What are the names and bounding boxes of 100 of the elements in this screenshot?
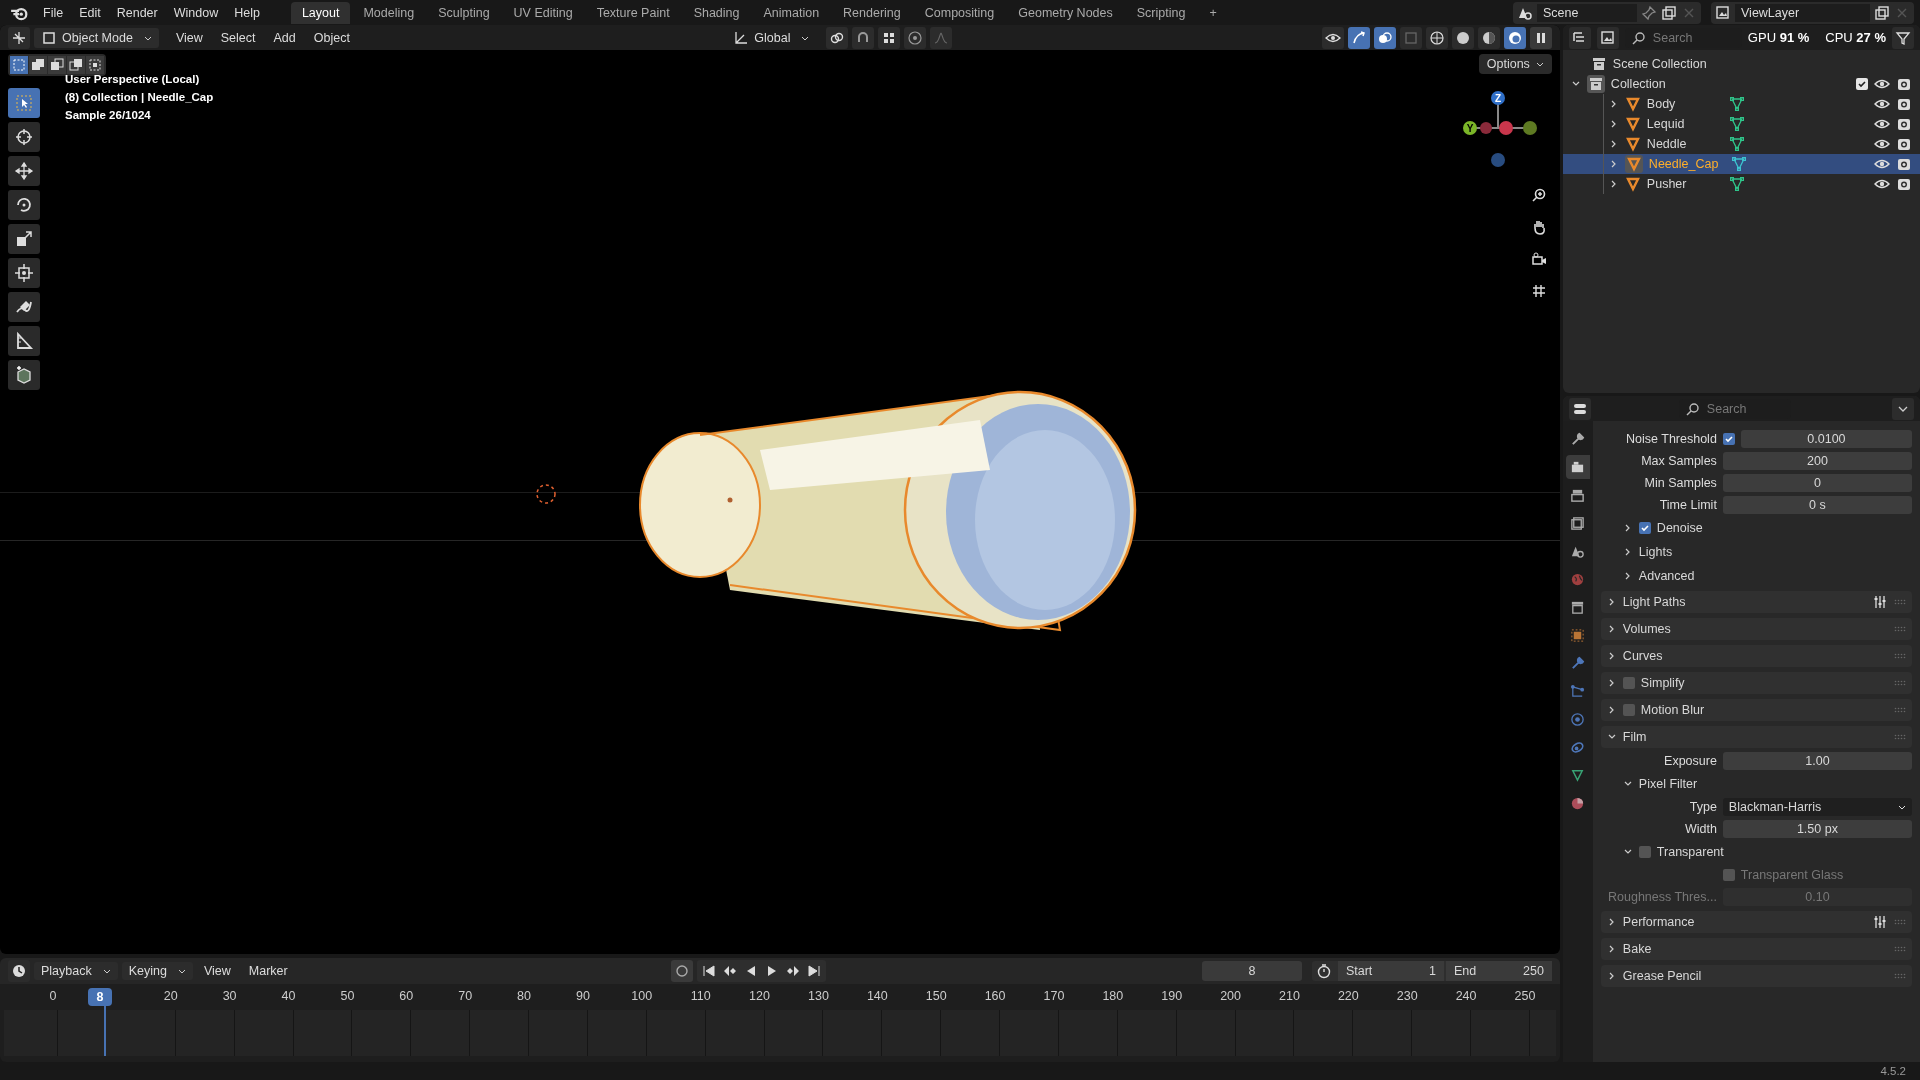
- menu-dropdown[interactable]: Playback: [34, 962, 118, 980]
- sliders-icon[interactable]: [1872, 594, 1888, 610]
- panel-header[interactable]: Bake: [1600, 938, 1912, 960]
- select-intersect-icon[interactable]: [86, 56, 104, 74]
- workspace-tab[interactable]: Layout: [290, 1, 351, 24]
- panel-header[interactable]: Volumes: [1600, 618, 1912, 640]
- end-frame-field[interactable]: End 250: [1445, 961, 1552, 981]
- menu-dropdown[interactable]: Keying: [121, 962, 193, 980]
- camera-icon[interactable]: [1896, 136, 1912, 152]
- panel-header[interactable]: Simplify: [1600, 672, 1912, 694]
- current-frame-field[interactable]: 8: [1201, 961, 1302, 981]
- grip-icon[interactable]: [1894, 626, 1906, 632]
- wireframe-shading-icon[interactable]: [1425, 26, 1448, 49]
- cube-icon[interactable]: [8, 360, 40, 390]
- subpanel-title[interactable]: Denoise: [1656, 520, 1703, 535]
- camera-icon[interactable]: [1896, 156, 1912, 172]
- number-field[interactable]: 1.50 px: [1722, 819, 1912, 838]
- current-frame-marker[interactable]: 8: [88, 988, 113, 1006]
- outliner-row[interactable]: Needle_Cap: [1562, 154, 1920, 174]
- checkbox[interactable]: [1622, 704, 1635, 716]
- type-dropdown[interactable]: Blackman-Harris: [1722, 797, 1912, 816]
- menu-item[interactable]: Window: [166, 2, 226, 23]
- number-field[interactable]: 0 s: [1722, 495, 1912, 514]
- menu-item[interactable]: Add: [266, 27, 303, 48]
- mesh-icon[interactable]: [1730, 156, 1747, 172]
- menu-item[interactable]: View: [196, 961, 238, 981]
- axes-icon[interactable]: [8, 26, 30, 49]
- number-field[interactable]: 0: [1722, 473, 1912, 492]
- mode-dropdown[interactable]: Object Mode: [34, 27, 159, 48]
- workspace-tab[interactable]: Animation: [752, 1, 831, 24]
- outliner-row[interactable]: Body: [1562, 94, 1920, 114]
- grip-icon[interactable]: [1894, 653, 1906, 659]
- workspace-tab[interactable]: Geometry Nodes: [1007, 1, 1124, 24]
- image-stack-icon[interactable]: [1596, 26, 1619, 49]
- select-subtract-icon[interactable]: [48, 56, 66, 74]
- scene-collection-label[interactable]: Scene Collection: [1612, 57, 1707, 71]
- panel-header[interactable]: Motion Blur: [1600, 699, 1912, 721]
- menu-item[interactable]: Edit: [72, 2, 108, 23]
- properties-type-icon[interactable]: [1568, 397, 1591, 420]
- scene-selector[interactable]: Scene: [1513, 1, 1701, 24]
- magnet-icon[interactable]: [852, 26, 875, 49]
- menu-item[interactable]: Help: [227, 2, 267, 23]
- material-shading-icon[interactable]: [1477, 26, 1500, 49]
- axis-gizmo[interactable]: Z Y: [1457, 88, 1538, 168]
- panel-header[interactable]: Curves: [1600, 645, 1912, 667]
- copy-icon[interactable]: [1661, 4, 1677, 21]
- view-layer-selector[interactable]: ViewLayer: [1711, 1, 1914, 24]
- panel-header[interactable]: Grease Pencil: [1600, 965, 1912, 987]
- sliders-icon[interactable]: [1872, 914, 1888, 930]
- menu-item[interactable]: Select: [213, 27, 263, 48]
- collection-label[interactable]: Collection: [1610, 77, 1666, 91]
- workspace-tab[interactable]: UV Editing: [502, 1, 584, 24]
- menu-item[interactable]: File: [36, 2, 71, 23]
- camera-icon[interactable]: [1896, 116, 1912, 132]
- pause-icon[interactable]: [1529, 26, 1552, 49]
- pin-icon[interactable]: [1641, 4, 1657, 21]
- ruler-icon[interactable]: [8, 326, 40, 356]
- rendered-shading-icon[interactable]: [1503, 26, 1526, 49]
- select-box-icon[interactable]: [8, 88, 40, 118]
- panel-header[interactable]: Film: [1600, 726, 1912, 748]
- workspace-tab[interactable]: Scripting: [1125, 1, 1197, 24]
- move-icon[interactable]: [8, 156, 40, 186]
- checkbox[interactable]: [1722, 432, 1735, 445]
- camera-icon[interactable]: [1896, 96, 1912, 112]
- workspace-tab[interactable]: Texture Paint: [585, 1, 681, 24]
- workspace-tab[interactable]: Modeling: [352, 1, 426, 24]
- grip-icon[interactable]: [1894, 919, 1906, 925]
- subpanel-title[interactable]: Lights: [1638, 544, 1673, 559]
- panel-header[interactable]: Performance: [1600, 911, 1912, 933]
- number-field[interactable]: 200: [1722, 451, 1912, 470]
- grip-icon[interactable]: [1894, 734, 1906, 740]
- outliner-row[interactable]: Lequid: [1562, 114, 1920, 134]
- workspace-tab[interactable]: Compositing: [913, 1, 1006, 24]
- menu-item[interactable]: Render: [109, 2, 165, 23]
- filter-icon[interactable]: [1892, 26, 1914, 49]
- grid-dots-icon[interactable]: [878, 26, 901, 49]
- grip-icon[interactable]: [1894, 599, 1906, 605]
- orientation-dropdown[interactable]: Global: [726, 27, 817, 48]
- subpanel-title[interactable]: Transparent: [1656, 844, 1724, 859]
- select-invert-icon[interactable]: [67, 56, 85, 74]
- caret-icon[interactable]: [1892, 397, 1914, 420]
- cursor-icon[interactable]: [8, 122, 40, 152]
- grip-icon[interactable]: [1894, 680, 1906, 686]
- checkbox[interactable]: [1856, 78, 1868, 90]
- grip-icon[interactable]: [1894, 707, 1906, 713]
- grip-icon[interactable]: [1894, 946, 1906, 952]
- record-icon[interactable]: [670, 960, 693, 982]
- outliner-type-icon[interactable]: [1568, 26, 1591, 49]
- target-icon[interactable]: [904, 26, 927, 49]
- add-workspace-button[interactable]: +: [1198, 1, 1228, 24]
- number-field[interactable]: 1.00: [1722, 751, 1912, 770]
- subpanel-title[interactable]: Pixel Filter: [1638, 776, 1698, 791]
- mesh-icon[interactable]: [1728, 96, 1745, 112]
- outliner-row[interactable]: Neddle: [1562, 134, 1920, 154]
- checkbox[interactable]: [1622, 677, 1635, 689]
- camera-icon[interactable]: [1896, 176, 1912, 192]
- mesh-icon[interactable]: [1728, 116, 1745, 132]
- subpanel-title[interactable]: Advanced: [1638, 568, 1695, 583]
- outliner-row[interactable]: Pusher: [1562, 174, 1920, 194]
- number-field[interactable]: 0.0100: [1740, 429, 1912, 448]
